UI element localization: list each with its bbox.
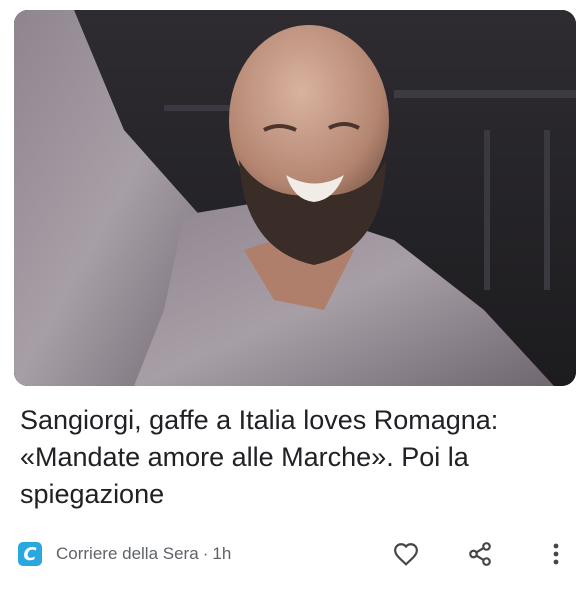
like-button[interactable] [392, 540, 420, 568]
article-meta: C Corriere della Sera · 1h [18, 538, 578, 570]
meta-separator: · [202, 544, 209, 563]
heart-outline-icon [394, 543, 418, 566]
article-image[interactable] [14, 10, 576, 386]
news-card[interactable]: Sangiorgi, gaffe a Italia loves Romagna:… [0, 0, 588, 597]
share-icon [469, 542, 491, 566]
source-name[interactable]: Corriere della Sera [56, 544, 199, 564]
article-photo [14, 10, 576, 386]
more-options-button[interactable] [542, 540, 570, 568]
source-logo-icon: C [18, 542, 42, 566]
publish-time: 1h [212, 544, 232, 563]
article-headline[interactable]: Sangiorgi, gaffe a Italia loves Romagna:… [20, 402, 570, 513]
more-vert-icon [553, 543, 559, 565]
share-button[interactable] [466, 540, 494, 568]
